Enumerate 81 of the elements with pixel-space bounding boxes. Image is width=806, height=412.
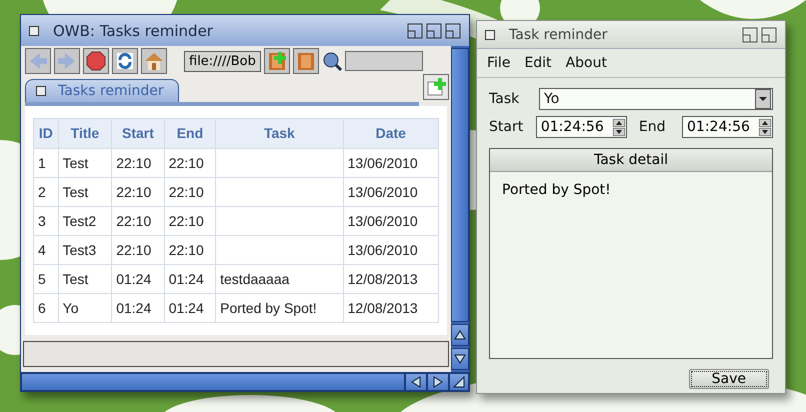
horizontal-scrollbar[interactable] (21, 372, 469, 391)
start-time-field[interactable]: 01:24:56 (536, 116, 627, 138)
caret-icon[interactable] (759, 96, 767, 102)
table-cell: 22:10 (112, 148, 164, 178)
vertical-scrollbar[interactable] (451, 46, 469, 372)
table-cell: 01:24 (112, 293, 164, 322)
zoom-icon[interactable] (407, 22, 423, 38)
add-bookmark-button[interactable] (264, 48, 290, 74)
reload-button[interactable] (112, 48, 138, 74)
left-arrow-icon[interactable] (411, 376, 421, 388)
table-cell: 01:24 (112, 264, 164, 294)
table-cell: 22:10 (112, 235, 164, 264)
table-cell: Test2 (58, 206, 112, 236)
zoom-icon[interactable] (742, 26, 758, 42)
address-field[interactable]: file:////Bob (184, 50, 261, 72)
table-cell: 22:10 (112, 177, 164, 206)
back-arrow-button[interactable] (25, 48, 51, 74)
table-cell: 01:24 (164, 293, 216, 322)
table-cell: Test (58, 264, 112, 294)
right-arrow-icon[interactable] (433, 376, 443, 388)
save-button[interactable]: Save (688, 369, 769, 389)
column-header: Start (112, 118, 164, 148)
table-cell: 12/08/2013 (343, 293, 438, 322)
down-arrow-icon[interactable] (612, 128, 625, 136)
table-cell: 5 (34, 264, 58, 294)
table-cell: Test3 (58, 235, 112, 264)
new-tab-button[interactable] (423, 74, 449, 100)
depth-icon[interactable] (761, 26, 777, 42)
up-arrow-icon[interactable] (759, 118, 771, 126)
task-dropdown[interactable]: Yo (539, 88, 773, 110)
table-cell: 3 (34, 206, 58, 236)
table-cell: testdaaaaa (216, 264, 344, 294)
menu-item[interactable]: Edit (524, 55, 552, 71)
table-cell: 13/06/2010 (343, 148, 438, 178)
menu-item[interactable]: About (566, 55, 607, 71)
home-button[interactable] (141, 48, 167, 74)
menu-item[interactable]: File (487, 55, 510, 71)
table-cell: Yo (58, 293, 112, 322)
column-header: Date (343, 118, 438, 148)
task-label: Task (489, 91, 520, 107)
table-cell: Test (58, 148, 112, 178)
column-header: ID (34, 118, 58, 148)
close-icon[interactable] (485, 30, 495, 40)
window-title: Task reminder (509, 26, 608, 42)
resize-icon[interactable] (453, 376, 465, 388)
search-field[interactable] (344, 51, 423, 71)
column-header: Title (58, 118, 112, 148)
depth-icon[interactable] (426, 22, 442, 38)
table-cell: Test (58, 177, 112, 206)
table-cell: 13/06/2010 (343, 235, 438, 264)
window-title: OWB: Tasks reminder (53, 22, 213, 40)
column-header: End (164, 118, 216, 148)
column-header: Task (216, 118, 344, 148)
table-cell: 12/08/2013 (343, 264, 438, 294)
end-label: End (638, 119, 666, 135)
table-cell: 01:24 (164, 264, 216, 294)
end-time-field[interactable]: 01:24:56 (682, 116, 773, 138)
table-cell: 13/06/2010 (343, 177, 438, 206)
table-cell: 13/06/2010 (343, 206, 438, 236)
table-cell: 1 (34, 148, 58, 178)
task-detail-text[interactable]: Ported by Spot! (490, 172, 772, 208)
table-cell: Ported by Spot! (216, 293, 344, 322)
table-cell: 6 (34, 293, 58, 322)
search-icon[interactable] (322, 51, 342, 71)
panel-title: Task detail (490, 149, 772, 172)
table-cell: 22:10 (112, 206, 164, 236)
start-label: Start (489, 119, 524, 135)
down-arrow-icon[interactable] (454, 354, 466, 364)
table-cell: 4 (34, 235, 58, 264)
forward-arrow-button[interactable] (54, 48, 80, 74)
iconify-icon[interactable] (445, 22, 461, 38)
down-arrow-icon[interactable] (759, 128, 771, 136)
stop-button[interactable] (83, 48, 109, 74)
up-arrow-icon[interactable] (612, 118, 625, 126)
up-arrow-icon[interactable] (454, 330, 466, 340)
table-cell: 22:10 (164, 177, 216, 206)
table-cell: 2 (34, 177, 58, 206)
table-cell: 22:10 (164, 235, 216, 264)
close-icon[interactable] (29, 26, 39, 36)
table-cell: 22:10 (164, 148, 216, 178)
table-cell: 22:10 (164, 206, 216, 236)
